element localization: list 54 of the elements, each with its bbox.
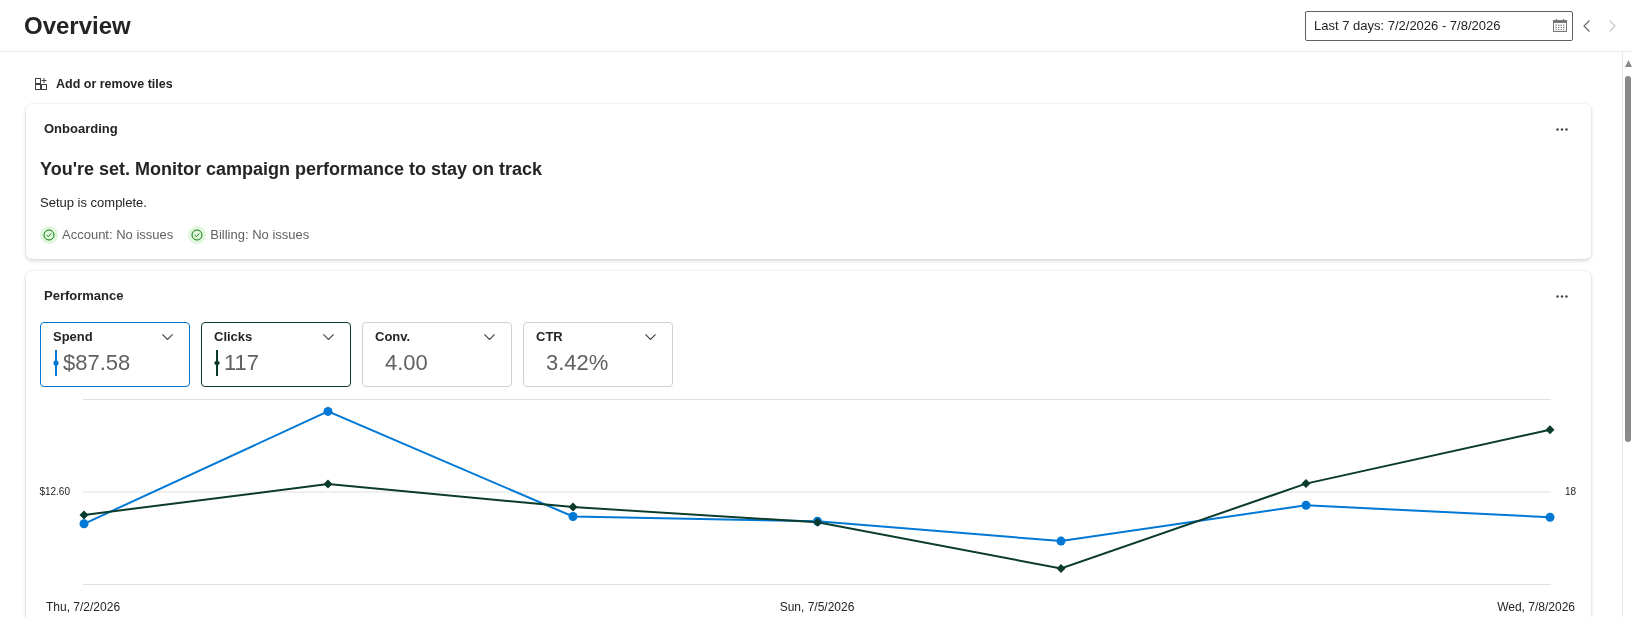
metric-label: Conv. [375,328,411,346]
metric-tile[interactable]: Spend $87.58 [40,322,190,387]
scrollbar-thumb[interactable] [1625,76,1631,442]
metric-value: 117 [224,350,260,376]
metric-label: Clicks [214,328,253,346]
metric-value: 4.00 [385,350,428,376]
data-point [1056,536,1066,546]
x-axis-label: Sun, 7/5/2026 [779,599,855,615]
check-circle-icon [40,226,58,244]
data-point [79,510,89,520]
chevron-right-icon [1608,19,1616,32]
data-point [79,519,89,529]
chevron-down-icon [162,334,173,340]
data-point [568,512,578,521]
more-icon [1556,294,1568,298]
metric-label: CTR [536,328,563,346]
data-point [323,479,333,489]
metric-tile[interactable]: Conv. 4.00 [362,322,512,387]
data-point [1301,479,1311,489]
chevron-down-icon [323,334,334,340]
data-point [1056,564,1066,573]
metric-value: 3.42% [546,350,609,376]
status-label: Account: No issues [62,226,174,244]
add-or-remove-tiles-button[interactable]: Add or remove tiles [26,72,177,96]
data-point [1545,425,1555,435]
data-point [813,516,822,527]
metric-tile[interactable]: CTR 3.42% [523,322,673,387]
check-circle-icon [188,226,207,244]
setup-message: Setup is complete. [40,194,148,212]
card-title: Performance [43,287,124,305]
metric-tile[interactable]: Clicks 117 [201,322,351,387]
metric-value: $87.58 [63,350,131,376]
y-axis-label: $12.60 [39,486,71,498]
chevron-down-icon [645,334,656,340]
scrollbar[interactable] [1622,52,1632,617]
more-icon [1556,127,1568,131]
y-axis-label: 18 [1564,486,1577,498]
metric-label: Spend [53,328,93,346]
card-title: Onboarding [43,120,118,138]
headline: You're set. Monitor campaign performance to stay on track [40,158,544,181]
x-axis-label: Thu, 7/2/2026 [46,599,121,615]
status-label: Billing: No issues [210,226,310,244]
calendar-icon [1553,19,1567,32]
x-axis-label: Wed, 7/8/2026 [1497,599,1575,615]
page-title: Overview [24,10,131,41]
scroll-up-icon[interactable] [1625,60,1632,67]
data-point [568,502,578,512]
chevron-down-icon [484,334,495,340]
chevron-left-icon [1582,19,1590,32]
date-range-picker[interactable]: Last 7 days: 7/2/2026 - 7/8/2026 [1305,10,1573,41]
data-point [323,406,333,416]
grid-plus-icon [35,78,47,90]
data-point [1301,500,1311,510]
data-point [1545,512,1555,522]
